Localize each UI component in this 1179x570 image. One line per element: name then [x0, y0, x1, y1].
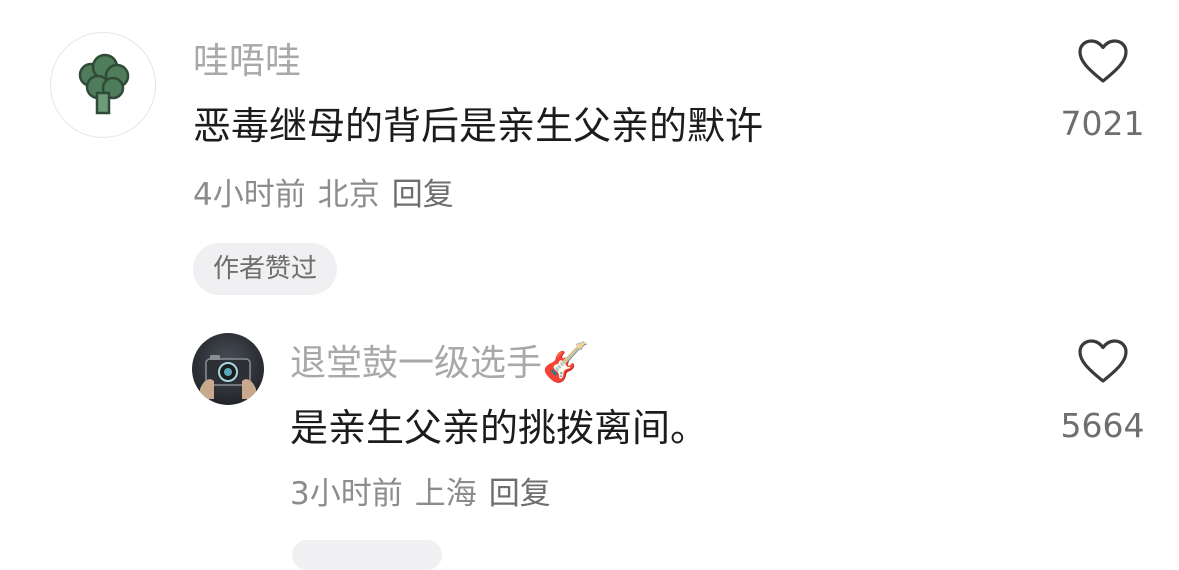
comment-text[interactable]: 恶毒继母的背后是亲生父亲的默许 [193, 102, 763, 150]
reply-button[interactable]: 回复 [392, 177, 454, 213]
like-button[interactable]: 7021 [1055, 38, 1150, 144]
reply-username-text: 退堂鼓一级选手 [290, 343, 543, 384]
guitar-icon: 🎸 [542, 340, 590, 384]
comment-meta: 4小时前 北京 回复 [193, 175, 466, 215]
camera-photo-avatar [200, 355, 256, 399]
broccoli-icon [78, 53, 130, 115]
reply-button[interactable]: 回复 [489, 476, 551, 512]
avatar[interactable] [50, 32, 156, 138]
badge-partial [292, 540, 442, 570]
reply-location: 上海 [414, 476, 477, 512]
reply-meta: 3小时前 上海 回复 [290, 474, 563, 514]
reply-time: 3小时前 [290, 476, 403, 512]
like-count: 5664 [1060, 406, 1145, 445]
comment-location: 北京 [317, 177, 380, 213]
reply-text[interactable]: 是亲生父亲的挑拨离间。 [290, 404, 708, 452]
like-count: 7021 [1060, 104, 1145, 143]
author-liked-badge: 作者赞过 [193, 243, 338, 295]
comment-time: 4小时前 [193, 177, 306, 213]
heart-icon [1077, 339, 1128, 383]
comment-username[interactable]: 哇唔哇 [193, 40, 301, 84]
heart-icon [1077, 39, 1128, 83]
reply-username[interactable]: 退堂鼓一级选手🎸 [290, 340, 589, 386]
avatar[interactable] [192, 333, 264, 405]
like-button[interactable]: 5664 [1055, 338, 1150, 446]
